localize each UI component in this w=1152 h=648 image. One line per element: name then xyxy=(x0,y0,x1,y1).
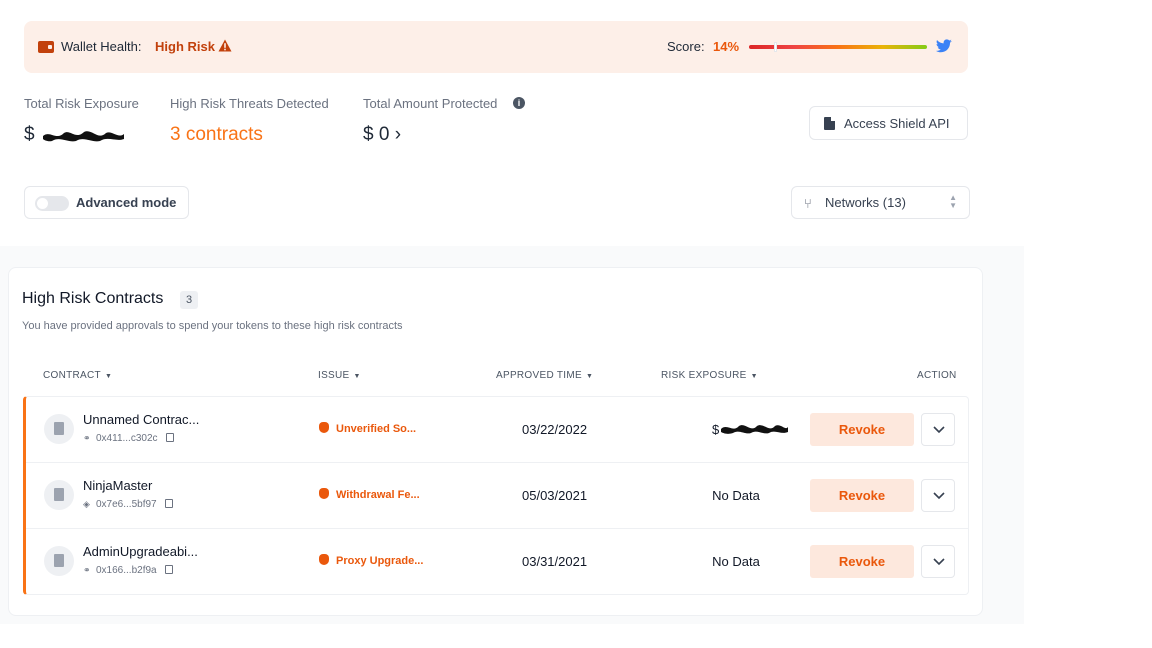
approved-date: 05/03/2021 xyxy=(522,488,588,503)
contract-address[interactable]: 0x7e6...5bf97 xyxy=(96,499,157,510)
column-header-approved-time[interactable]: APPROVED TIME ▼ xyxy=(496,370,593,381)
access-shield-api-label: Access Shield API xyxy=(844,116,950,131)
bug-icon xyxy=(319,554,329,565)
revoke-button[interactable]: Revoke xyxy=(810,545,914,578)
contract-file-icon xyxy=(44,546,74,576)
contracts-table: Unnamed Contrac... ⚭ 0x411...c302c Unveri… xyxy=(23,396,969,595)
risk-exposure-value: No Data xyxy=(712,554,760,569)
link-icon: ⚭ xyxy=(83,565,91,575)
risk-exposure-value: No Data xyxy=(712,488,760,503)
issue-label: Proxy Upgrade... xyxy=(319,554,423,567)
table-row: Unnamed Contrac... ⚭ 0x411...c302c Unveri… xyxy=(26,397,969,463)
chevron-down-icon xyxy=(933,426,945,434)
wallet-health-banner: Wallet Health: High Risk Score: 14% xyxy=(24,21,968,73)
column-header-action: ACTION xyxy=(917,370,957,381)
issue-text: Withdrawal Fe... xyxy=(336,489,420,501)
copy-icon[interactable] xyxy=(164,565,173,574)
card-title: High Risk Contracts xyxy=(22,290,164,307)
contract-name[interactable]: AdminUpgradeabi... xyxy=(83,544,198,559)
high-risk-threats-label: High Risk Threats Detected xyxy=(170,96,329,111)
info-icon[interactable]: i xyxy=(513,97,525,109)
column-header-approved-label: APPROVED TIME xyxy=(496,370,582,381)
contract-address[interactable]: 0x166...b2f9a xyxy=(96,565,157,576)
issue-text: Proxy Upgrade... xyxy=(336,555,424,567)
bug-icon xyxy=(319,422,329,433)
wallet-health-value: High Risk xyxy=(155,39,215,54)
contract-name[interactable]: Unnamed Contrac... xyxy=(83,412,199,427)
table-row: NinjaMaster ◈ 0x7e6...5bf97 Withdrawal Fe… xyxy=(26,463,969,529)
expand-row-button[interactable] xyxy=(921,545,955,578)
wallet-icon xyxy=(38,41,54,53)
score-label: Score: xyxy=(667,39,705,54)
table-row: AdminUpgradeabi... ⚭ 0x166...b2f9a Proxy … xyxy=(26,529,969,595)
contract-address-line: ⚭ 0x411...c302c xyxy=(83,433,174,444)
column-header-contract[interactable]: CONTRACT ▼ xyxy=(43,370,112,381)
card-subtitle: You have provided approvals to spend you… xyxy=(22,320,403,332)
chevron-down-icon xyxy=(933,558,945,566)
sort-caret-icon: ▼ xyxy=(585,373,594,380)
approved-date: 03/31/2021 xyxy=(522,554,588,569)
contract-file-icon xyxy=(44,414,74,444)
total-amount-protected-value[interactable]: $ 0 › xyxy=(363,124,401,146)
approved-date: 03/22/2022 xyxy=(522,422,588,437)
column-header-risk-exposure[interactable]: RISK EXPOSURE ▼ xyxy=(661,370,758,381)
total-amount-protected-label: Total Amount Protected xyxy=(363,96,498,111)
link-icon: ⚭ xyxy=(83,433,91,443)
access-shield-api-button[interactable]: Access Shield API xyxy=(809,106,968,140)
column-header-issue-label: ISSUE xyxy=(318,370,350,381)
contract-address-line: ◈ 0x7e6...5bf97 xyxy=(83,499,173,510)
contract-file-icon xyxy=(44,480,74,510)
advanced-mode-toggle[interactable] xyxy=(35,196,69,211)
networks-select[interactable]: ⑂ Networks (13) ▲ ▼ xyxy=(791,186,970,219)
score-marker xyxy=(774,42,777,52)
column-header-contract-label: CONTRACT xyxy=(43,370,101,381)
sort-caret-icon: ▼ xyxy=(750,373,758,380)
advanced-mode-label: Advanced mode xyxy=(76,195,177,210)
column-header-issue[interactable]: ISSUE ▼ xyxy=(318,370,361,381)
expand-row-button[interactable] xyxy=(921,413,955,446)
expand-row-button[interactable] xyxy=(921,479,955,512)
chevron-down-icon xyxy=(933,492,945,500)
high-risk-threats-value[interactable]: 3 contracts xyxy=(170,124,263,146)
ethereum-icon: ◈ xyxy=(83,499,90,509)
contract-name[interactable]: NinjaMaster xyxy=(83,478,152,493)
document-icon xyxy=(824,117,835,130)
revoke-button[interactable]: Revoke xyxy=(810,413,914,446)
contract-address[interactable]: 0x411...c302c xyxy=(96,433,158,444)
copy-icon[interactable] xyxy=(165,433,174,442)
warning-icon xyxy=(218,39,232,52)
contract-address-line: ⚭ 0x166...b2f9a xyxy=(83,565,173,576)
network-fork-icon: ⑂ xyxy=(804,196,812,211)
sort-caret-icon: ▼ xyxy=(104,373,113,380)
issue-text: Unverified So... xyxy=(336,423,417,435)
select-arrows-icon: ▲ ▼ xyxy=(949,193,957,210)
issue-label: Unverified So... xyxy=(319,422,416,435)
redacted-amount xyxy=(43,131,124,142)
twitter-icon[interactable] xyxy=(936,39,952,53)
wallet-health-label: Wallet Health: xyxy=(61,39,142,54)
score-value: 14% xyxy=(713,39,740,54)
column-header-exposure-label: RISK EXPOSURE xyxy=(661,370,747,381)
issue-label: Withdrawal Fe... xyxy=(319,488,420,501)
copy-icon[interactable] xyxy=(164,499,173,508)
count-badge: 3 xyxy=(180,291,198,309)
sort-caret-icon: ▼ xyxy=(353,373,361,380)
advanced-mode-control: Advanced mode xyxy=(24,186,189,219)
total-risk-exposure-label: Total Risk Exposure xyxy=(24,96,139,111)
total-risk-exposure-currency: $ xyxy=(24,124,35,145)
redacted-amount xyxy=(721,425,788,434)
bug-icon xyxy=(319,488,329,499)
networks-label: Networks (13) xyxy=(825,195,906,210)
revoke-button[interactable]: Revoke xyxy=(810,479,914,512)
